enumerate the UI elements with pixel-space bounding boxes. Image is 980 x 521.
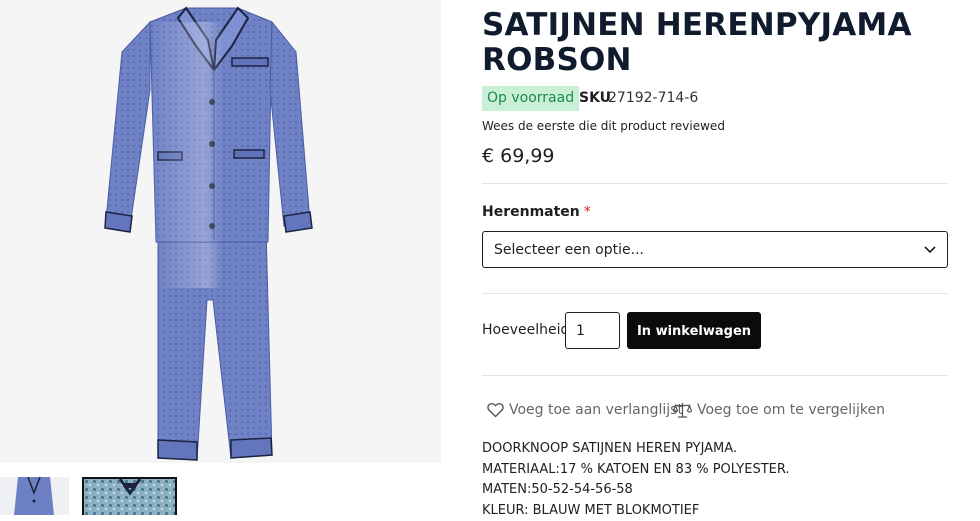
chevron-down-icon [923, 242, 937, 256]
size-option-label: Herenmaten* [482, 204, 591, 220]
add-to-wishlist-link[interactable]: Voeg toe aan verlanglijst [487, 400, 683, 420]
product-main-image[interactable] [0, 0, 441, 463]
description-line: KLEUR: BLAUW MET BLOKMOTIEF [482, 501, 962, 521]
divider [482, 183, 948, 184]
review-link[interactable]: Wees de eerste die dit product reviewed [482, 119, 725, 133]
size-select[interactable]: Selecteer een optie... [482, 231, 948, 268]
product-price: € 69,99 [482, 145, 555, 167]
compare-label: Voeg toe om te vergelijken [697, 402, 885, 418]
fabric-detail-thumbnail-image [84, 479, 175, 515]
sku-value: 27192-714-6 [608, 90, 698, 106]
sku-label: SKU [579, 90, 611, 106]
quantity-label: Hoeveelheid [482, 322, 569, 338]
divider [482, 293, 948, 294]
wishlist-label: Voeg toe aan verlanglijst [509, 402, 683, 418]
description-line: MATEN:50-52-54-56-58 [482, 480, 962, 501]
size-option-label-text: Herenmaten [482, 204, 580, 220]
pajama-illustration [0, 0, 441, 463]
required-marker: * [584, 204, 591, 220]
scale-icon [673, 402, 692, 419]
add-to-compare-link[interactable]: Voeg toe om te vergelijken [673, 400, 885, 420]
gallery-thumbnail-1[interactable] [0, 477, 69, 515]
description-line: MATERIAAL:17 % KATOEN EN 83 % POLYESTER. [482, 460, 962, 481]
divider [482, 375, 948, 376]
heart-icon [487, 402, 504, 418]
quantity-input[interactable] [565, 312, 620, 349]
product-title: SATIJNEN HERENPYJAMA ROBSON [482, 8, 962, 78]
pajama-thumbnail-image [0, 477, 69, 515]
description-line: DOORKNOOP SATIJNEN HEREN PYJAMA. [482, 439, 962, 460]
stock-status-badge: Op voorraad [482, 86, 579, 111]
add-to-cart-button[interactable]: In winkelwagen [627, 312, 761, 349]
gallery-thumbnail-2[interactable] [82, 477, 177, 515]
size-select-value: Selecteer een optie... [494, 242, 644, 258]
product-description: DOORKNOOP SATIJNEN HEREN PYJAMA. MATERIA… [482, 439, 962, 521]
